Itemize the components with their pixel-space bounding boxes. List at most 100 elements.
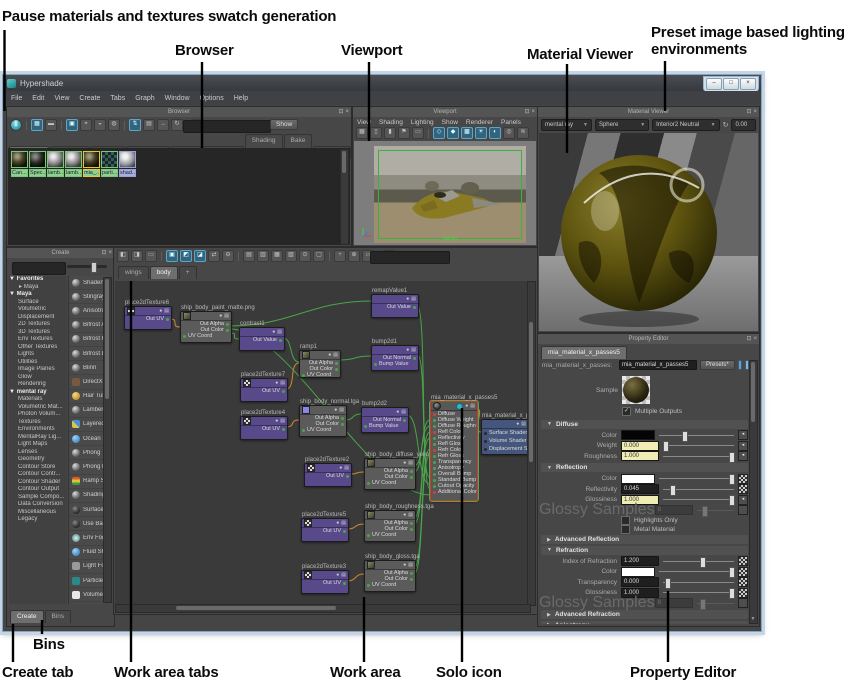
value-field[interactable]: 1.000	[621, 451, 659, 461]
node-state-icon[interactable]: ●	[334, 408, 337, 413]
node-state-icon[interactable]: ●	[336, 521, 339, 526]
node-list-item[interactable]: Bifrost Li...	[69, 347, 107, 361]
wire[interactable]	[350, 472, 364, 474]
work-area-hscroll[interactable]	[115, 604, 531, 613]
graph-node-util[interactable]: contrast1●▤Out Value	[239, 327, 285, 351]
shaded-icon[interactable]: ◆	[447, 127, 459, 139]
out-port[interactable]: Out Value	[240, 337, 284, 343]
attribute-slider[interactable]	[663, 588, 734, 597]
menu-window[interactable]: Window	[165, 95, 190, 102]
node-list-item[interactable]: Volume ...	[69, 588, 107, 602]
work-area-tab-wings[interactable]: wings	[118, 266, 149, 279]
node-header[interactable]: ●▤	[300, 406, 346, 415]
camera-lock-icon[interactable]: ▯	[370, 127, 382, 139]
attribute-slider[interactable]	[697, 506, 734, 515]
node-list-item[interactable]: Surface ...	[69, 503, 107, 517]
attribute-slider[interactable]	[659, 567, 734, 576]
node-list-item[interactable]: Env Fog	[69, 531, 107, 545]
port-dot[interactable]	[433, 473, 436, 476]
sort-by-name-icon[interactable]: ⇅	[129, 119, 141, 131]
graph-node-file[interactable]: ship_body_diffuse_yellow.tga●▤Out AlphaO…	[364, 458, 416, 490]
use-all-lights-icon[interactable]: ☀	[475, 127, 487, 139]
node-menu-icon[interactable]: ▤	[280, 381, 285, 386]
tree-item[interactable]: Photon Volum...	[9, 411, 67, 419]
property-editor-scrollbar[interactable]: ▼	[749, 360, 758, 624]
port-dot[interactable]	[346, 475, 349, 478]
swatch-well[interactable]: Can...Spec...lamb...lamb...mia_...parti.…	[8, 148, 350, 245]
popout-icon[interactable]: ⊡	[338, 108, 343, 116]
create-tab[interactable]: Create	[10, 610, 44, 623]
image-plane-icon[interactable]: ▭	[412, 127, 424, 139]
tree-expand-icon[interactable]: ▼	[9, 389, 17, 395]
node-menu-icon[interactable]: ▤	[521, 422, 526, 427]
node-list-item[interactable]: Stingray...	[69, 290, 107, 304]
port-dot[interactable]	[367, 584, 370, 587]
node-list-item[interactable]: Light Fog	[69, 560, 107, 574]
material-viewer-header[interactable]: Material Viewer ⊡×	[538, 107, 759, 117]
tree-header[interactable]: ▼ Favorites	[9, 276, 67, 284]
port-dot[interactable]	[367, 534, 370, 537]
attribute-slider[interactable]	[663, 578, 734, 587]
tree-item[interactable]: Other Textures	[9, 344, 67, 352]
node-header[interactable]: ●▤	[240, 328, 284, 337]
sample-swatch[interactable]	[622, 376, 650, 404]
port-dot[interactable]	[433, 443, 436, 446]
graph-node-place2d[interactable]: place2dTexture2●▤Out UV	[304, 463, 352, 487]
node-state-icon[interactable]: ●	[336, 573, 339, 578]
viewport-menu-shading[interactable]: Shading	[379, 119, 403, 126]
port-dot[interactable]	[302, 374, 305, 377]
material-swatch[interactable]: lamb...	[65, 151, 82, 175]
port-dot[interactable]	[403, 419, 406, 422]
node-list-item[interactable]: Bifrost A...	[69, 319, 107, 333]
node-state-icon[interactable]: ●	[219, 314, 222, 319]
node-header[interactable]: ●▤	[372, 295, 418, 304]
slider-thumb[interactable]	[700, 599, 706, 610]
scroll-down-arrow-icon[interactable]: ▼	[750, 616, 756, 622]
tree-item[interactable]: Surface	[9, 299, 67, 307]
create-panel-header[interactable]: Create ⊡×	[7, 248, 114, 258]
in-port[interactable]: UV Coord	[181, 333, 231, 339]
node-menu-icon[interactable]: ▤	[408, 513, 413, 518]
node-list-item[interactable]: DirectX 1...	[69, 375, 107, 389]
close-button[interactable]: ×	[740, 78, 756, 90]
attribute-slider[interactable]	[663, 495, 734, 504]
out-port[interactable]: Out UV	[241, 426, 287, 432]
viewport-menu-panels[interactable]: Panels	[501, 119, 521, 126]
sg-port[interactable]: Surface Shader	[482, 429, 528, 437]
tree-header[interactable]: ▼ Maya	[9, 291, 67, 299]
pause-swatch-generation-button[interactable]: ||	[10, 119, 22, 131]
node-state-icon[interactable]: ●	[406, 348, 409, 353]
camera-select-icon[interactable]: ▦	[356, 127, 368, 139]
close-icon[interactable]: ×	[108, 249, 112, 257]
node-header[interactable]: ●▤	[241, 417, 287, 426]
node-list-item[interactable]: Lambert	[69, 404, 107, 418]
node-list-item[interactable]: Shaderfx...	[69, 276, 107, 290]
wireframe-icon[interactable]: ◇	[433, 127, 445, 139]
node-header[interactable]: ●▤	[365, 561, 415, 570]
tree-item[interactable]: ▸ Maya	[9, 284, 67, 292]
graph-node-place2d[interactable]: place2dTexture5●▤Out UV	[301, 518, 349, 542]
maximize-button[interactable]: □	[723, 78, 739, 90]
node-list-item[interactable]: Use Bac...	[69, 517, 107, 531]
color-swatch[interactable]	[621, 430, 655, 440]
node-state-icon[interactable]: ●	[403, 513, 406, 518]
color-swatch[interactable]	[621, 567, 655, 577]
out-port[interactable]: Out UV	[241, 388, 287, 394]
viewport-menu-show[interactable]: Show	[442, 119, 458, 126]
material-swatch[interactable]: Spec...	[29, 151, 46, 175]
port-dot[interactable]	[484, 448, 487, 451]
connection-arrow-icon[interactable]: ◂	[738, 441, 748, 451]
attribute-slider[interactable]	[663, 485, 734, 494]
tree-item[interactable]: Contour Shader	[9, 479, 67, 487]
tree-item[interactable]: MentalRay Lig...	[9, 434, 67, 442]
copy-tab-icon[interactable]	[738, 360, 742, 370]
port-dot[interactable]	[374, 363, 377, 366]
tree-item[interactable]: Textures	[9, 419, 67, 427]
port-dot[interactable]	[410, 528, 413, 531]
menu-create[interactable]: Create	[79, 95, 100, 102]
material-swatch[interactable]: shad...	[119, 151, 136, 175]
port-dot[interactable]	[433, 419, 436, 422]
connected-attributes-icon[interactable]: ▥	[257, 250, 269, 262]
large-swatches-icon[interactable]: ▬	[45, 119, 57, 131]
port-dot[interactable]	[433, 491, 436, 494]
